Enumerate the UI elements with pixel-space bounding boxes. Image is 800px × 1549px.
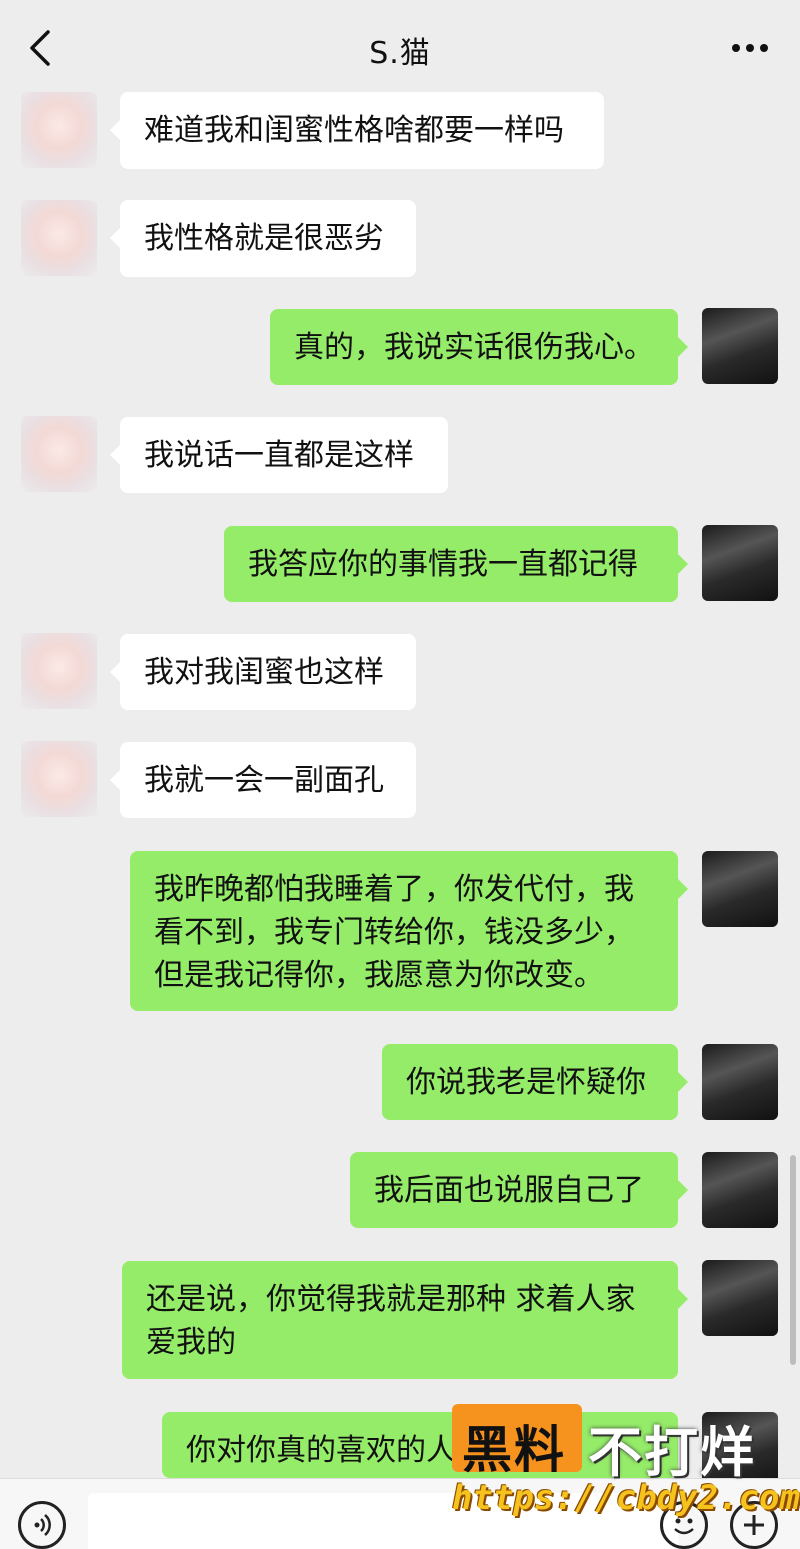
contact-avatar[interactable]: [21, 741, 97, 817]
self-avatar[interactable]: [702, 1044, 778, 1120]
message-bubble-sent[interactable]: 你说我老是怀疑你: [382, 1044, 688, 1120]
more-options-button[interactable]: [730, 36, 770, 60]
contact-avatar[interactable]: [21, 416, 97, 492]
contact-avatar[interactable]: [21, 92, 97, 168]
message-text: 我说话一直都是这样: [144, 438, 414, 473]
more-dots-icon: [732, 44, 768, 52]
watermark-url: https://cbdy2.com: [452, 1478, 800, 1518]
message-bubble-sent[interactable]: 我后面也说服自己了: [350, 1152, 688, 1228]
message-text: 还是说，你觉得我就是那种 求着人家爱我的: [146, 1282, 636, 1360]
contact-avatar[interactable]: [21, 633, 97, 709]
self-avatar[interactable]: [702, 851, 778, 927]
message-text: 你对你真的喜欢的人: [186, 1433, 456, 1468]
message-bubble-received[interactable]: 我就一会一副面孔: [110, 742, 416, 818]
scrollbar[interactable]: [790, 1155, 796, 1365]
watermark-text: 黑料: [462, 1421, 566, 1479]
watermark-text: 不打烊: [588, 1421, 756, 1484]
chat-title: S.猫: [369, 36, 431, 71]
message-bubble-received[interactable]: 我性格就是很恶劣: [110, 200, 416, 277]
message-bubble-sent[interactable]: 还是说，你觉得我就是那种 求着人家爱我的: [122, 1261, 688, 1379]
self-avatar[interactable]: [702, 1260, 778, 1336]
message-bubble-sent[interactable]: 我答应你的事情我一直都记得: [224, 526, 688, 602]
chat-header: S.猫: [0, 0, 800, 95]
message-text: 我昨晚都怕我睡着了，你发代付，我看不到，我专门转给你，钱没多少，但是我记得你，我…: [154, 872, 634, 993]
self-avatar[interactable]: [702, 308, 778, 384]
message-text: 你说我老是怀疑你: [406, 1065, 646, 1100]
contact-avatar[interactable]: [21, 200, 97, 276]
self-avatar[interactable]: [702, 525, 778, 601]
message-bubble-sent[interactable]: 真的，我说实话很伤我心。: [270, 309, 688, 385]
voice-icon: [34, 1514, 51, 1536]
message-text: 我对我闺蜜也这样: [144, 655, 384, 690]
message-bubble-received[interactable]: 我对我闺蜜也这样: [110, 634, 416, 710]
message-text: 真的，我说实话很伤我心。: [294, 330, 654, 365]
self-avatar[interactable]: [702, 1152, 778, 1228]
message-text: 我性格就是很恶劣: [144, 221, 384, 256]
message-text: 我后面也说服自己了: [374, 1173, 644, 1208]
message-text: 难道我和闺蜜性格啥都要一样吗: [144, 113, 564, 148]
voice-input-button[interactable]: [18, 1501, 66, 1549]
message-bubble-received[interactable]: 难道我和闺蜜性格啥都要一样吗: [110, 92, 604, 169]
message-bubble-received[interactable]: 我说话一直都是这样: [110, 417, 448, 493]
message-text: 我答应你的事情我一直都记得: [248, 547, 638, 582]
chat-screen: S.猫 难道我和闺蜜性格啥都要一样吗 我性格就是很恶劣 真的，我说实话很伤我心。…: [0, 0, 800, 1549]
message-text: 我就一会一副面孔: [144, 763, 384, 798]
message-bubble-sent[interactable]: 我昨晚都怕我睡着了，你发代付，我看不到，我专门转给你，钱没多少，但是我记得你，我…: [130, 851, 688, 1011]
